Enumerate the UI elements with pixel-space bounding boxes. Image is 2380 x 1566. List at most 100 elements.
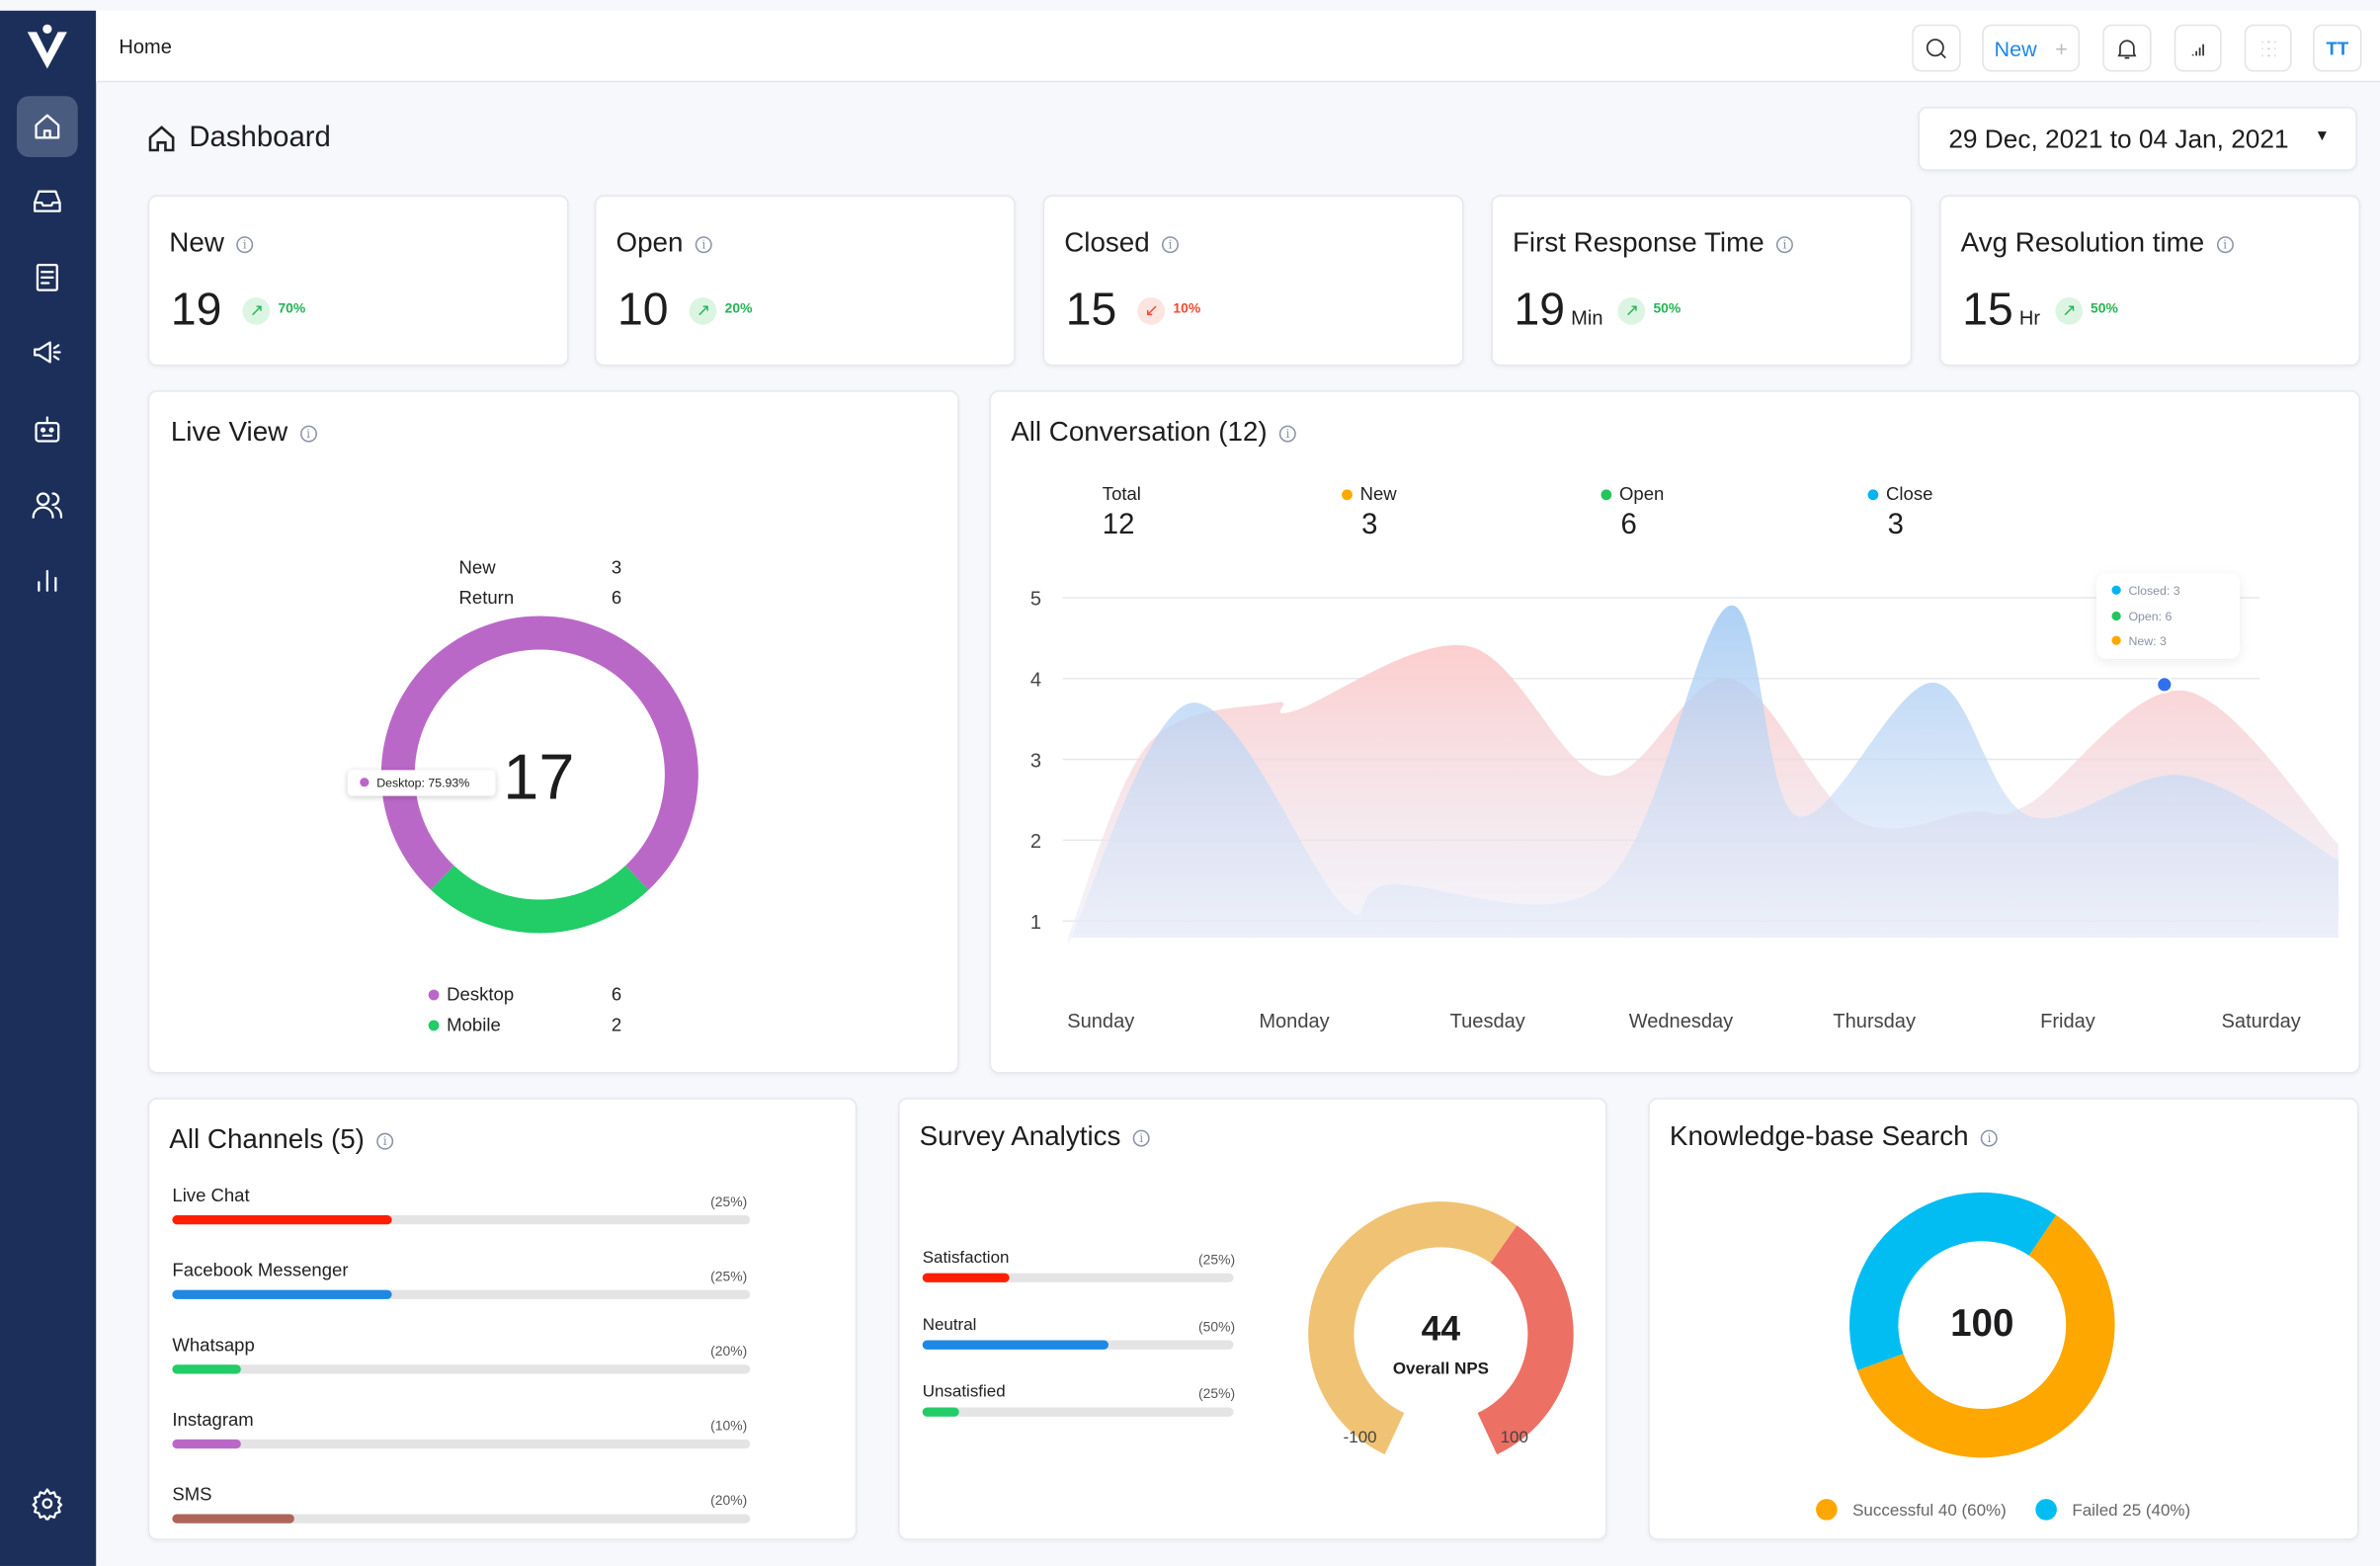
channel-pct: (10%) [710, 1418, 748, 1434]
x-tick-label: Tuesday [1450, 1011, 1525, 1032]
nps-gauge [1308, 1201, 1574, 1455]
robot-icon [35, 416, 60, 443]
channel-bar-fill [172, 1289, 392, 1299]
date-range-picker[interactable]: 29 Dec, 2021 to 04 Jan, 2021 ▼ [1918, 107, 2357, 171]
megaphone-icon [33, 341, 61, 364]
kpi-unit: Hr [2018, 306, 2041, 330]
sidebar [0, 10, 97, 1566]
channel-bar-fill [172, 1439, 242, 1449]
kpi-unit: Min [1571, 306, 1603, 330]
y-tick-label: 1 [1030, 912, 1041, 934]
x-tick-label: Thursday [1833, 1011, 1916, 1032]
info-icon[interactable]: i [1162, 236, 1180, 254]
bell-icon [2117, 39, 2137, 58]
channel-bar [172, 1364, 751, 1374]
kpi-label: Open [616, 226, 684, 258]
channel-pct: (20%) [710, 1492, 748, 1509]
x-tick-label: Sunday [1067, 1011, 1134, 1032]
y-tick-label: 5 [1030, 589, 1041, 611]
kpi-card: Avg Resolution time i 15 Hr ↗ 50% [1939, 195, 2361, 367]
channel-pct: (20%) [710, 1343, 748, 1360]
tooltip-item: New: 3 [2128, 634, 2167, 648]
live-view-donut [380, 616, 698, 934]
channel-pct: (25%) [710, 1269, 748, 1284]
kpi-label: New [169, 226, 224, 258]
apps-button[interactable] [2244, 24, 2292, 72]
info-icon[interactable]: i [1776, 236, 1794, 254]
top-header: Home New + TT [96, 10, 2380, 83]
kpi-pct: 70% [278, 300, 306, 316]
new-button[interactable]: New + [1982, 24, 2081, 72]
channel-bar [172, 1289, 751, 1299]
x-tick-label: Wednesday [1629, 1011, 1734, 1032]
tooltip-text: Desktop: 75.93% [376, 776, 470, 790]
card-title: All Channels (5) [169, 1123, 365, 1155]
donut-slice-mobile [431, 865, 649, 934]
grid-icon [2260, 40, 2275, 56]
channel-pct: (25%) [710, 1194, 748, 1209]
info-icon[interactable]: i [2216, 236, 2234, 254]
kpi-value: 15 [1065, 285, 1117, 336]
caret-down-icon: ▼ [2314, 127, 2331, 145]
sidebar-item-inbox[interactable] [17, 171, 78, 232]
conversation-area-chart: 1 2 3 4 5 Sunday Monday Tuesday Wednesday Thursda… [1030, 589, 2339, 1032]
gear-icon [32, 1488, 63, 1521]
arrow-up-icon: ↗ [242, 296, 271, 325]
notifications-button[interactable] [2102, 24, 2152, 72]
sidebar-item-campaigns[interactable] [17, 322, 78, 383]
sidebar-item-bot[interactable] [17, 399, 78, 460]
kpi-pct: 50% [2091, 300, 2118, 316]
arrow-down-icon: ↙ [1137, 296, 1166, 325]
signal-button[interactable] [2174, 24, 2222, 72]
new-label: New [1994, 36, 2037, 60]
date-range-value: 29 Dec, 2021 to 04 Jan, 2021 [1948, 124, 2289, 154]
nps-label: Overall NPS [1392, 1360, 1490, 1379]
y-tick-label: 3 [1030, 750, 1041, 772]
kb-total: 100 [1950, 1301, 2014, 1346]
sidebar-item-reports[interactable] [17, 549, 78, 611]
sidebar-item-knowledge-base[interactable] [17, 247, 78, 308]
channel-bar-fill [172, 1364, 242, 1374]
kpi-pct: 50% [1653, 300, 1682, 316]
channel-label: Facebook Messenger [172, 1259, 349, 1281]
channel-bar [172, 1514, 751, 1524]
y-tick-label: 4 [1030, 669, 1041, 691]
chart-tooltip: Closed: 3 Open: 6 New: 3 [2096, 573, 2241, 659]
channel-bar [172, 1215, 751, 1225]
legend-dot [2111, 585, 2121, 595]
kpi-card: New i 19 ↗ 70% [147, 195, 569, 367]
info-icon[interactable]: i [695, 236, 712, 254]
arrow-up-icon: ↗ [2055, 296, 2084, 325]
donut-tooltip: Desktop: 75.93% [347, 770, 496, 796]
sidebar-item-settings[interactable] [17, 1473, 78, 1534]
sidebar-item-contacts[interactable] [17, 474, 78, 536]
avatar[interactable]: TT [2313, 24, 2362, 72]
home-icon [148, 125, 175, 152]
nps-max: 100 [1500, 1429, 1528, 1447]
kpi-label: Avg Resolution time [1960, 226, 2205, 258]
kpi-pct: 10% [1173, 300, 1201, 316]
channel-label: SMS [172, 1483, 212, 1506]
logo-icon [27, 24, 67, 69]
info-icon[interactable]: i [236, 236, 254, 254]
highlight-point [2155, 675, 2174, 694]
breadcrumb[interactable]: Home [119, 35, 172, 57]
kpi-label: First Response Time [1512, 226, 1764, 258]
y-tick-label: 2 [1030, 831, 1041, 853]
kpi-value: 19 [170, 285, 222, 336]
channel-label: Whatsapp [172, 1334, 255, 1356]
legend-dot [2111, 611, 2121, 620]
channel-bar [172, 1439, 751, 1449]
x-tick-label: Saturday [2222, 1011, 2301, 1032]
search-button[interactable] [1912, 24, 1961, 72]
search-icon [1926, 38, 1946, 58]
home-icon [35, 114, 60, 139]
signal-icon [2191, 42, 2204, 55]
info-icon[interactable]: i [376, 1132, 394, 1150]
page-title: Dashboard [189, 122, 331, 154]
channel-bar-fill [172, 1215, 392, 1225]
sidebar-item-home[interactable] [16, 96, 78, 157]
kpi-value: 15 [1962, 285, 2013, 336]
inbox-icon [33, 190, 61, 212]
users-icon [32, 492, 63, 519]
